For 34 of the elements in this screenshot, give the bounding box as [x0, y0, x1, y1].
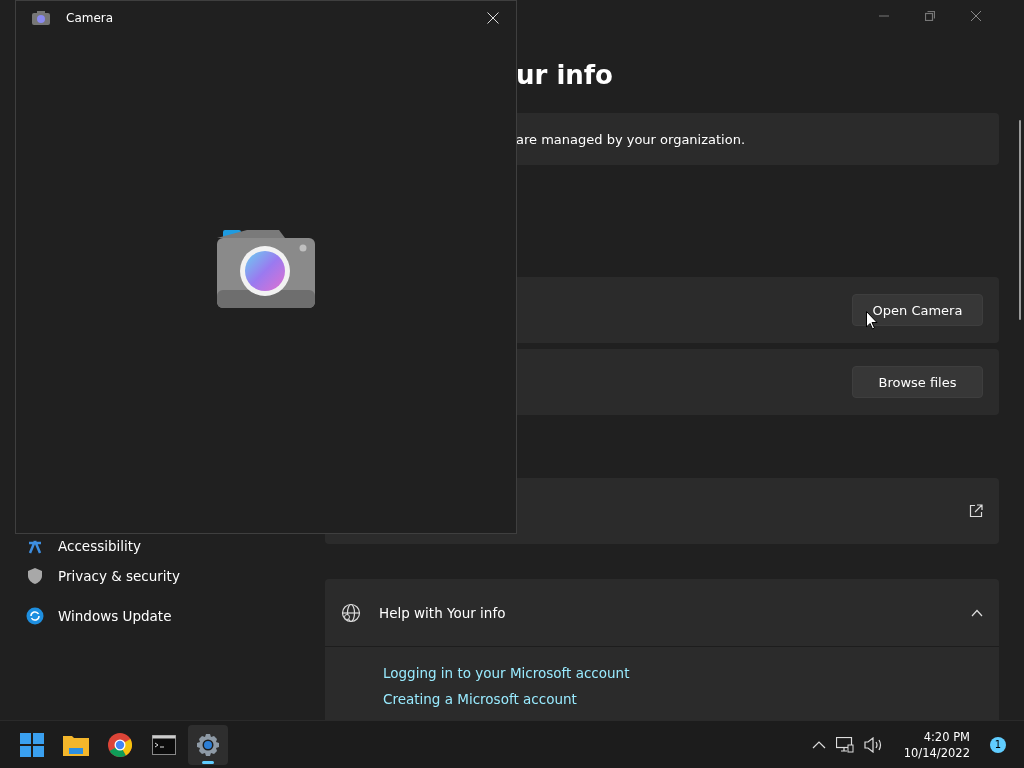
speaker-icon[interactable]	[863, 736, 884, 753]
restore-icon	[925, 11, 935, 21]
card-button[interactable]: Open Camera	[852, 294, 983, 326]
notice-text: are managed by your organization.	[516, 131, 746, 147]
sidebar-item[interactable]: Privacy & security	[0, 556, 325, 596]
sync-icon	[26, 607, 44, 625]
page-title: ur info	[515, 60, 614, 92]
windows-start-icon[interactable]	[20, 732, 44, 757]
taskbar-app[interactable]	[188, 724, 228, 765]
camera-icon	[32, 11, 50, 25]
help-link[interactable]: Creating a Microsoft account	[383, 691, 577, 707]
camera-logo-icon	[217, 230, 315, 308]
notification-badge[interactable]: 1	[990, 736, 1006, 753]
terminal-icon[interactable]	[152, 734, 176, 755]
chevron-up-icon[interactable]	[971, 608, 983, 617]
shield-icon	[26, 567, 44, 585]
folder-icon[interactable]	[63, 733, 89, 756]
browser-icon[interactable]	[108, 732, 132, 757]
network-icon[interactable]	[835, 736, 854, 753]
sidebar-item[interactable]: Windows Update	[0, 596, 325, 636]
scrollbar[interactable]	[1019, 120, 1021, 320]
globe-icon	[341, 602, 361, 623]
minimize-icon	[879, 15, 889, 17]
external-link-icon[interactable]	[969, 504, 983, 518]
close-icon	[487, 12, 499, 24]
clock[interactable]: 4:20 PM 10/14/2022	[903, 728, 970, 761]
help-link[interactable]: Logging in to your Microsoft account	[383, 665, 630, 681]
card-button[interactable]: Browse files	[852, 366, 983, 398]
window-title: Camera	[66, 11, 115, 25]
chevron-up-icon[interactable]	[811, 740, 826, 749]
sidebar-item[interactable]: Accessibility	[0, 536, 325, 556]
close-icon	[971, 11, 981, 21]
gear-icon[interactable]	[196, 732, 220, 757]
help-title: Help with Your info	[379, 604, 507, 621]
